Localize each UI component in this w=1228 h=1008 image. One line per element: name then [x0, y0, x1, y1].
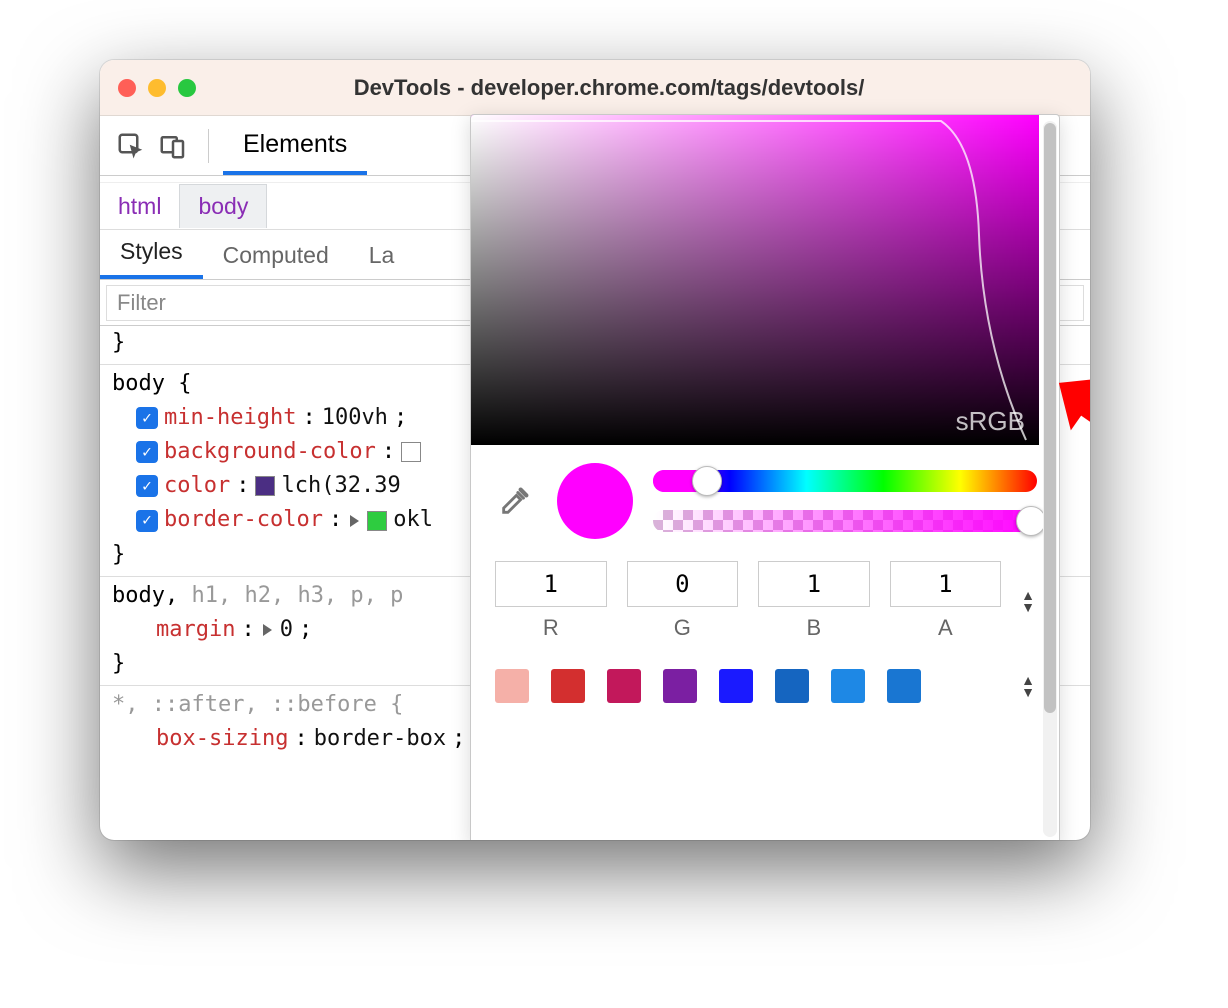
picker-controls [471, 445, 1059, 547]
expand-icon[interactable] [350, 515, 359, 527]
checkbox-icon[interactable]: ✓ [136, 407, 158, 429]
prop-box-sizing: box-sizing [156, 722, 288, 756]
eyedropper-icon[interactable] [493, 479, 537, 523]
palette-swatch[interactable] [831, 669, 865, 703]
color-palette: ▲ ▼ [471, 641, 1059, 703]
input-r[interactable]: 1 [495, 561, 607, 607]
breadcrumb-body[interactable]: body [179, 184, 267, 228]
val-color: lch(32.39 [281, 469, 400, 503]
gamut-label: sRGB [956, 406, 1025, 437]
color-spectrum[interactable]: sRGB [471, 115, 1039, 445]
color-swatch-color[interactable] [255, 476, 275, 496]
toolbar-divider [208, 129, 209, 163]
checkbox-icon[interactable]: ✓ [136, 475, 158, 497]
gamut-boundary-line [471, 115, 1039, 445]
color-value-inputs: 1 R 0 G 1 B 1 A ▲ ▼ [471, 547, 1059, 641]
subtab-layout[interactable]: La [349, 232, 415, 279]
color-format-stepper[interactable]: ▲ ▼ [1021, 590, 1035, 612]
prop-background-color: background-color [164, 435, 376, 469]
current-color-swatch[interactable] [557, 463, 633, 539]
zoom-window-button[interactable] [178, 79, 196, 97]
prop-min-height: min-height [164, 401, 296, 435]
val-box-sizing: border-box [314, 722, 446, 756]
input-g[interactable]: 0 [627, 561, 739, 607]
scrollbar-thumb[interactable] [1044, 123, 1056, 713]
palette-swatch[interactable] [551, 669, 585, 703]
hue-slider-knob[interactable] [692, 466, 722, 496]
palette-swatch[interactable] [607, 669, 641, 703]
tab-elements[interactable]: Elements [223, 116, 367, 175]
titlebar: DevTools - developer.chrome.com/tags/dev… [100, 60, 1090, 116]
palette-swatch[interactable] [719, 669, 753, 703]
minimize-window-button[interactable] [148, 79, 166, 97]
alpha-slider[interactable] [653, 510, 1037, 532]
checkbox-icon[interactable]: ✓ [136, 441, 158, 463]
hue-slider[interactable] [653, 470, 1037, 492]
breadcrumb-html[interactable]: html [100, 185, 179, 228]
subtab-styles[interactable]: Styles [100, 228, 203, 279]
palette-swatch[interactable] [887, 669, 921, 703]
val-border: okl [393, 503, 433, 537]
window-title: DevTools - developer.chrome.com/tags/dev… [196, 75, 1072, 101]
input-b[interactable]: 1 [758, 561, 870, 607]
chevron-down-icon: ▼ [1021, 687, 1035, 697]
alpha-slider-knob[interactable] [1016, 506, 1046, 536]
devtools-window: DevTools - developer.chrome.com/tags/dev… [100, 60, 1090, 840]
palette-swatch[interactable] [495, 669, 529, 703]
expand-icon[interactable] [263, 624, 272, 636]
selector-body: body, [112, 583, 191, 608]
prop-border-color: border-color [164, 503, 323, 537]
close-window-button[interactable] [118, 79, 136, 97]
label-g: G [627, 615, 739, 641]
label-a: A [890, 615, 1002, 641]
color-swatch-bg[interactable] [401, 442, 421, 462]
chevron-down-icon: ▼ [1021, 602, 1035, 612]
prop-margin: margin [156, 613, 235, 647]
selector-rest: h1, h2, h3, p, p [191, 583, 403, 608]
inspect-element-icon[interactable] [110, 125, 152, 167]
color-picker-popover: sRGB 1 R [470, 114, 1060, 840]
prop-color: color [164, 469, 230, 503]
color-swatch-border[interactable] [367, 511, 387, 531]
scrollbar[interactable] [1043, 121, 1057, 837]
device-toggle-icon[interactable] [152, 125, 194, 167]
checkbox-icon[interactable]: ✓ [136, 510, 158, 532]
val-margin: 0 [280, 613, 293, 647]
window-controls [118, 79, 196, 97]
palette-swatch[interactable] [663, 669, 697, 703]
palette-stepper[interactable]: ▲ ▼ [1021, 675, 1035, 697]
label-r: R [495, 615, 607, 641]
input-a[interactable]: 1 [890, 561, 1002, 607]
label-b: B [758, 615, 870, 641]
palette-swatch[interactable] [775, 669, 809, 703]
val-min-height: 100vh [322, 401, 388, 435]
subtab-computed[interactable]: Computed [203, 232, 349, 279]
